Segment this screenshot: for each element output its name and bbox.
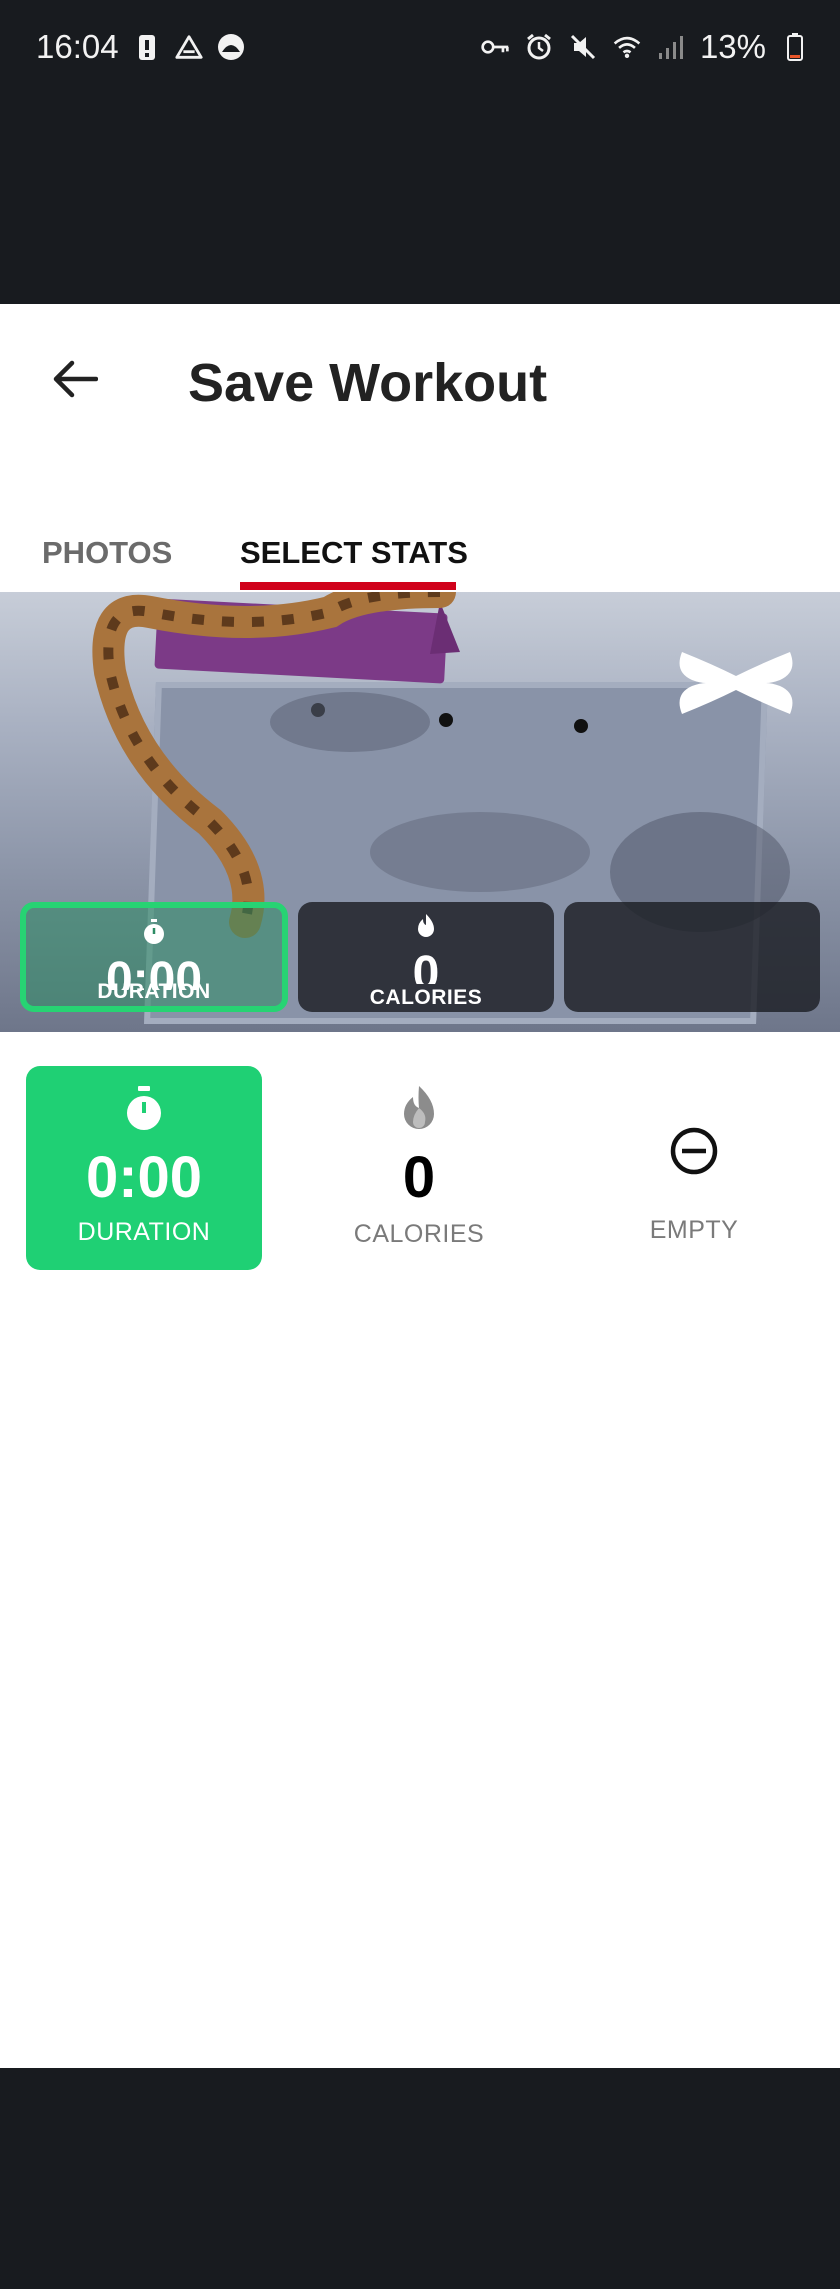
battery-percent: 13% <box>699 28 766 65</box>
system-navigation-bar <box>0 2068 840 2289</box>
stat-calories-value: 0 <box>402 1145 436 1210</box>
workout-photo: 0:00 DURATION 0 CALORIES <box>0 592 840 1032</box>
active-tab-indicator <box>240 582 456 590</box>
flame-icon <box>418 914 434 937</box>
vpn-key-icon <box>480 32 510 62</box>
page-title: Save Workout <box>188 353 548 413</box>
stat-option-duration[interactable]: 0:00 DURATION <box>26 1066 262 1270</box>
stat-option-empty[interactable]: EMPTY <box>576 1066 812 1270</box>
overlay-calories-label: CALORIES <box>369 986 483 1009</box>
stat-option-calories[interactable]: 0 CALORIES <box>301 1066 537 1270</box>
header: Save Workout <box>0 304 840 454</box>
stat-duration-value: 0:00 <box>85 1145 203 1210</box>
overlay-duration-label: DURATION <box>97 980 211 1003</box>
battery-alert-icon <box>132 32 162 62</box>
mute-icon <box>568 32 598 62</box>
stat-empty-label: EMPTY <box>649 1216 739 1244</box>
minus-circle-icon <box>670 1127 718 1175</box>
back-button[interactable] <box>40 344 110 414</box>
wifi-icon <box>612 32 642 62</box>
tab-photos[interactable]: PHOTOS <box>42 526 172 592</box>
overlay-card-duration[interactable]: 0:00 DURATION <box>20 902 288 1012</box>
alarm-icon <box>524 32 554 62</box>
stat-selector: 0:00 DURATION 0 CALORIES EMPTY <box>26 1066 816 1270</box>
overlay-card-empty[interactable] <box>564 902 820 1012</box>
overlay-stat-cards: 0:00 DURATION 0 CALORIES <box>20 902 820 1012</box>
arrow-left-icon <box>53 360 98 398</box>
overlay-card-calories[interactable]: 0 CALORIES <box>298 902 554 1012</box>
brand-logo <box>679 652 793 714</box>
stopwatch-icon <box>127 1086 161 1130</box>
stat-calories-label: CALORIES <box>353 1220 485 1248</box>
signal-icon <box>656 32 686 62</box>
tab-bar: PHOTOS SELECT STATS <box>0 526 840 592</box>
stat-duration-label: DURATION <box>77 1218 211 1246</box>
app-circle-icon <box>216 32 246 62</box>
status-left-icons <box>132 32 246 62</box>
status-right-icons: 13% <box>480 28 810 66</box>
status-time: 16:04 <box>36 28 119 65</box>
battery-icon <box>780 32 810 62</box>
status-bar: 16:04 13% <box>0 0 840 304</box>
stopwatch-icon <box>144 919 164 944</box>
overlay-calories-value: 0 <box>412 950 440 984</box>
flame-icon <box>404 1086 434 1129</box>
drive-icon <box>174 32 204 62</box>
